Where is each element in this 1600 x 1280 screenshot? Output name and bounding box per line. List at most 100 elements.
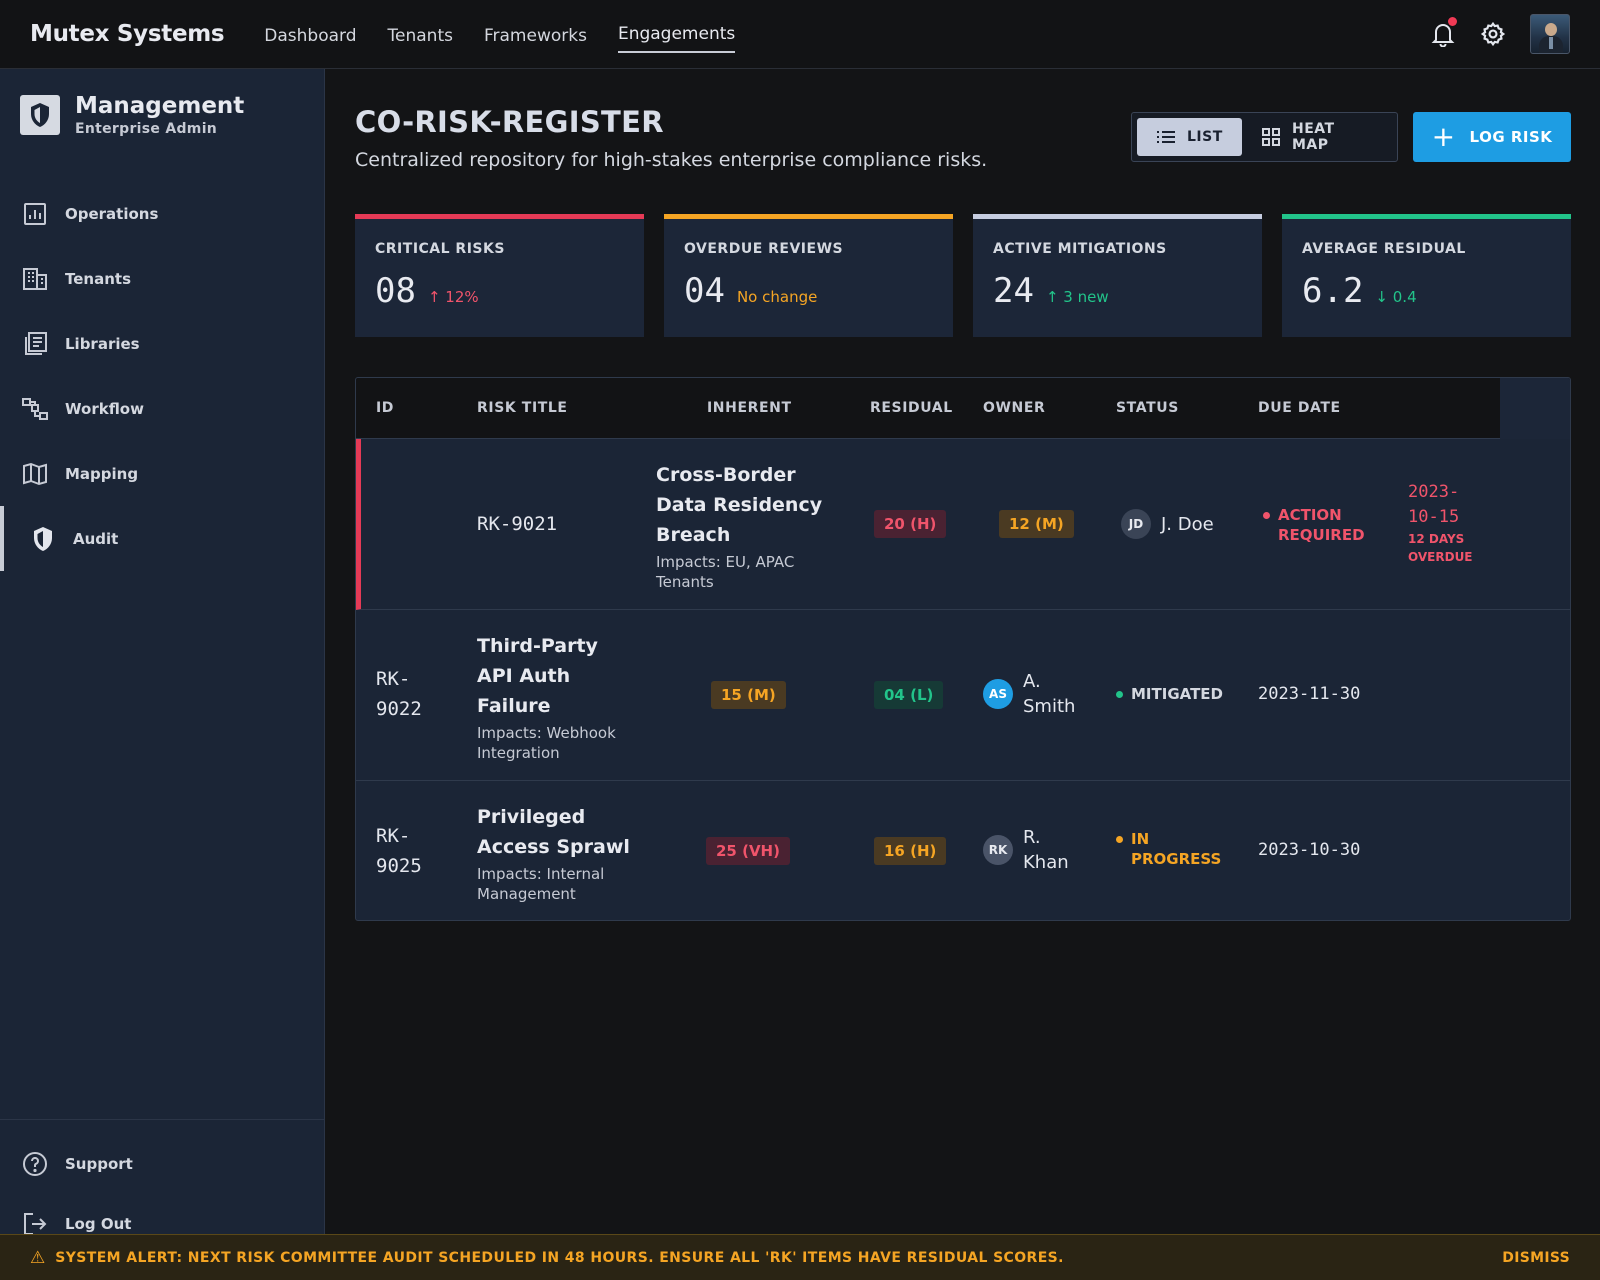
owner-name: A. Smith bbox=[1023, 671, 1076, 717]
owner: AS A. Smith bbox=[983, 669, 1075, 719]
stat-label: CRITICAL RISKS bbox=[375, 241, 505, 257]
owner-avatar: RK bbox=[983, 835, 1013, 865]
view-heatmap-label: HEAT MAP bbox=[1292, 121, 1335, 153]
due-date: 2023- 10-15 12 DAYS OVERDUE bbox=[1408, 482, 1473, 564]
stats-row: CRITICAL RISKS 08 ↑ 12% OVERDUE REVIEWS 0… bbox=[355, 214, 1571, 337]
workflow-icon bbox=[22, 396, 48, 422]
sidebar-item-label: Audit bbox=[73, 529, 119, 548]
stat-value: 08 bbox=[375, 271, 416, 311]
sidebar-item-libraries[interactable]: Libraries bbox=[0, 311, 325, 376]
page-subtitle: Centralized repository for high-stakes e… bbox=[355, 149, 988, 171]
grid-icon bbox=[1262, 128, 1280, 146]
due-date: 2023-10-30 bbox=[1258, 840, 1361, 860]
status: MITIGATED bbox=[1116, 684, 1223, 704]
sidebar-item-label: Libraries bbox=[65, 334, 140, 353]
page-title: CO-RISK-REGISTER bbox=[355, 105, 664, 139]
residual-badge: 04 (L) bbox=[874, 681, 944, 709]
stat-delta: ↓ 0.4 bbox=[1375, 288, 1417, 306]
building-icon bbox=[22, 266, 48, 292]
shield-icon bbox=[30, 526, 56, 552]
stat-label: ACTIVE MITIGATIONS bbox=[993, 241, 1167, 257]
sidebar-title: Management bbox=[75, 93, 245, 119]
due-date: 2023-11-30 bbox=[1258, 684, 1361, 704]
table-row[interactable]: RK- 9025 Privileged Access Sprawl Impacts… bbox=[356, 781, 1570, 920]
risk-impact: Impacts: EU, APAC Tenants bbox=[656, 553, 795, 591]
inherent-badge: 15 (M) bbox=[711, 681, 786, 709]
sidebar-subtitle: Enterprise Admin bbox=[75, 121, 218, 137]
notification-dot bbox=[1448, 17, 1457, 26]
owner: RK R. Khan bbox=[983, 825, 1069, 875]
list-icon bbox=[1157, 130, 1175, 144]
shield-logo-icon bbox=[20, 95, 60, 135]
stat-card-residual: AVERAGE RESIDUAL 6.2 ↓ 0.4 bbox=[1282, 214, 1571, 337]
stat-card-overdue: OVERDUE REVIEWS 04 No change bbox=[664, 214, 953, 337]
table-row[interactable]: RK-9021 Cross-Border Data Residency Brea… bbox=[356, 439, 1570, 610]
owner-name: R. Khan bbox=[1023, 827, 1069, 873]
col-header-owner[interactable]: OWNER bbox=[983, 400, 1045, 416]
risk-title: Third-Party API Auth Failure bbox=[477, 635, 598, 717]
stat-card-critical: CRITICAL RISKS 08 ↑ 12% bbox=[355, 214, 644, 337]
library-icon bbox=[22, 331, 48, 357]
user-avatar[interactable] bbox=[1530, 14, 1570, 54]
sidebar-item-workflow[interactable]: Workflow bbox=[0, 376, 325, 441]
gear-icon bbox=[1480, 21, 1506, 47]
col-header-residual[interactable]: RESIDUAL bbox=[870, 400, 953, 416]
risk-id: RK- 9022 bbox=[376, 668, 422, 720]
table-row[interactable]: RK- 9022 Third-Party API Auth Failure Imp… bbox=[356, 610, 1570, 781]
stat-delta: ↑ 12% bbox=[427, 288, 479, 306]
view-list-button[interactable]: LIST bbox=[1137, 118, 1242, 156]
sidebar-item-label: Mapping bbox=[65, 464, 139, 483]
sidebar-item-label: Support bbox=[65, 1155, 133, 1173]
col-header-due[interactable]: DUE DATE bbox=[1258, 400, 1341, 416]
stat-value: 04 bbox=[684, 271, 725, 311]
table-header: ID RISK TITLE INHERENT RESIDUAL OWNER ST… bbox=[356, 378, 1570, 439]
stat-delta: No change bbox=[736, 288, 818, 306]
plus-icon: + bbox=[1431, 120, 1456, 153]
stat-value: 24 bbox=[993, 271, 1034, 311]
sidebar-item-audit[interactable]: Audit bbox=[0, 506, 325, 571]
view-heatmap-button[interactable]: HEAT MAP bbox=[1242, 118, 1392, 156]
risk-title: Cross-Border Data Residency Breach bbox=[656, 464, 823, 546]
map-icon bbox=[22, 461, 48, 487]
nav-frameworks[interactable]: Frameworks bbox=[484, 20, 587, 55]
chart-icon bbox=[22, 201, 48, 227]
view-toggle: LIST HEAT MAP bbox=[1131, 112, 1398, 162]
sidebar-item-mapping[interactable]: Mapping bbox=[0, 441, 325, 506]
notifications-button[interactable] bbox=[1428, 17, 1458, 49]
system-alert-bar: ⚠ SYSTEM ALERT: NEXT RISK COMMITTEE AUDI… bbox=[0, 1234, 1600, 1280]
settings-button[interactable] bbox=[1478, 19, 1508, 49]
sidebar: Management Enterprise Admin Operations T… bbox=[0, 69, 325, 1280]
owner-avatar: AS bbox=[983, 679, 1013, 709]
help-icon bbox=[22, 1151, 48, 1177]
warning-icon: ⚠ bbox=[30, 1247, 46, 1268]
nav-tenants[interactable]: Tenants bbox=[388, 20, 453, 55]
nav-dashboard[interactable]: Dashboard bbox=[264, 20, 356, 55]
sidebar-item-label: Operations bbox=[65, 204, 159, 223]
sidebar-item-label: Tenants bbox=[65, 269, 131, 288]
sidebar-item-label: Workflow bbox=[65, 399, 144, 418]
sidebar-item-operations[interactable]: Operations bbox=[0, 181, 325, 246]
alert-text: SYSTEM ALERT: NEXT RISK COMMITTEE AUDIT … bbox=[55, 1249, 1064, 1266]
sidebar-item-support[interactable]: Support bbox=[0, 1134, 325, 1194]
sidebar-item-tenants[interactable]: Tenants bbox=[0, 246, 325, 311]
stat-delta: ↑ 3 new bbox=[1045, 288, 1109, 306]
inherent-badge: 25 (VH) bbox=[706, 837, 790, 865]
risk-id: RK-9021 bbox=[477, 513, 558, 535]
residual-badge: 16 (H) bbox=[874, 837, 947, 865]
status: IN PROGRESS bbox=[1116, 829, 1221, 869]
owner-name: J. Doe bbox=[1161, 513, 1214, 535]
risk-title: Privileged Access Sprawl bbox=[477, 806, 630, 858]
brand-name: Mutex Systems bbox=[30, 21, 225, 47]
col-header-inherent[interactable]: INHERENT bbox=[707, 400, 792, 416]
risk-impact: Impacts: Internal Management bbox=[477, 865, 605, 903]
col-header-status[interactable]: STATUS bbox=[1116, 400, 1179, 416]
col-header-id[interactable]: ID bbox=[376, 400, 394, 416]
nav-engagements[interactable]: Engagements bbox=[617, 18, 736, 53]
stat-label: AVERAGE RESIDUAL bbox=[1302, 241, 1466, 257]
dismiss-button[interactable]: DISMISS bbox=[1502, 1250, 1570, 1266]
log-risk-button[interactable]: + LOG RISK bbox=[1413, 112, 1571, 162]
stat-value: 6.2 bbox=[1302, 271, 1364, 311]
sidebar-item-label: Log Out bbox=[65, 1215, 132, 1233]
col-header-title[interactable]: RISK TITLE bbox=[477, 400, 568, 416]
top-bar: Mutex Systems Dashboard Tenants Framewor… bbox=[0, 0, 1600, 69]
